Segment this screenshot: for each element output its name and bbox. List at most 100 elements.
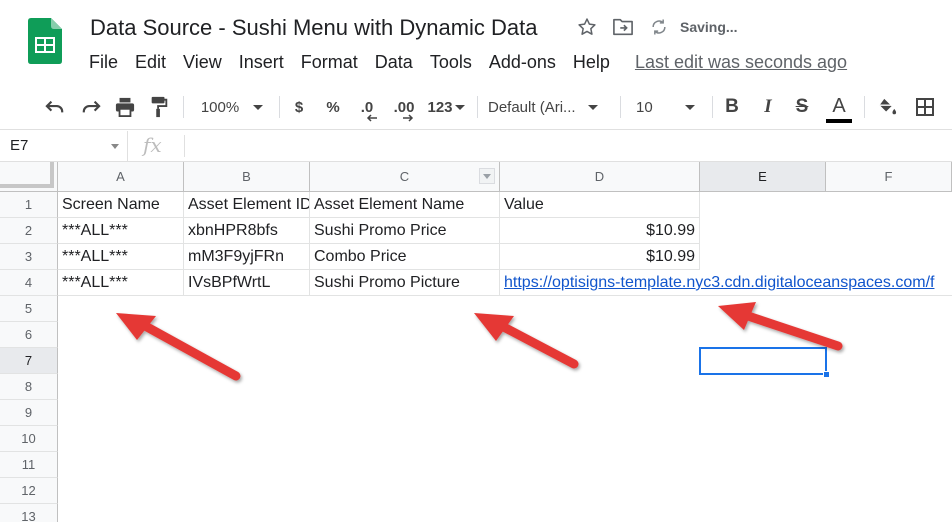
table-cell[interactable]: Value — [500, 192, 700, 218]
zoom-value: 100% — [200, 98, 240, 116]
fill-color-icon[interactable] — [874, 84, 900, 130]
row-header[interactable]: 12 — [0, 478, 58, 504]
table-cell[interactable]: IVsBPfWrtL — [184, 270, 310, 296]
redo-icon[interactable] — [78, 84, 104, 130]
bold-button[interactable]: B — [720, 84, 744, 130]
sheets-logo-icon[interactable] — [28, 18, 62, 64]
text-color-button[interactable]: A — [824, 84, 854, 130]
active-cell-selection[interactable] — [699, 347, 830, 378]
table-cell[interactable]: ***ALL*** — [58, 244, 184, 270]
decrease-decimals-label: .0 — [360, 98, 374, 116]
table-cell[interactable]: Asset Element ID — [184, 192, 310, 218]
table-cell[interactable]: $10.99 — [500, 244, 700, 270]
increase-decimals-button[interactable]: .00 — [390, 84, 418, 130]
font-family-select[interactable]: Default (Ari... — [488, 84, 612, 130]
strikethrough-button[interactable]: S — [790, 84, 814, 130]
move-to-folder-icon[interactable] — [612, 16, 634, 38]
row-header[interactable]: 13 — [0, 504, 58, 522]
fill-handle[interactable] — [823, 371, 830, 378]
row-header[interactable]: 10 — [0, 426, 58, 452]
toolbar-separator — [864, 96, 865, 118]
print-icon[interactable] — [112, 84, 138, 130]
menu-edit[interactable]: Edit — [135, 52, 166, 73]
chevron-down-icon — [111, 144, 119, 149]
menu-file[interactable]: File — [89, 52, 118, 73]
currency-format-button[interactable]: $ — [288, 84, 310, 130]
paint-format-icon[interactable] — [146, 84, 172, 130]
formula-bar: E7 fx — [0, 131, 952, 162]
row-header[interactable]: 6 — [0, 322, 58, 348]
row-header[interactable]: 1 — [0, 192, 58, 218]
column-header-d[interactable]: D — [500, 162, 700, 192]
row-header[interactable]: 9 — [0, 400, 58, 426]
percent-format-button[interactable]: % — [322, 84, 344, 130]
column-header-e[interactable]: E — [700, 162, 826, 192]
undo-icon[interactable] — [42, 84, 68, 130]
select-all-corner[interactable] — [0, 162, 58, 192]
table-cell[interactable]: Sushi Promo Picture — [310, 270, 500, 296]
zoom-select[interactable]: 100% — [192, 84, 272, 130]
app-header: Data Source - Sushi Menu with Dynamic Da… — [0, 0, 952, 82]
spreadsheet-grid: A B C D E F 1 2 3 4 5 6 7 8 9 10 11 12 1… — [0, 162, 952, 522]
function-icon: fx — [143, 133, 162, 157]
menu-tools[interactable]: Tools — [430, 52, 472, 73]
toolbar-separator — [183, 96, 184, 118]
document-title[interactable]: Data Source - Sushi Menu with Dynamic Da… — [90, 15, 538, 41]
more-formats-button[interactable]: 123 — [424, 84, 468, 130]
arrow-left-icon — [366, 114, 377, 122]
column-header-c[interactable]: C — [310, 162, 500, 192]
star-icon[interactable] — [576, 16, 598, 38]
row-header[interactable]: 4 — [0, 270, 58, 296]
sync-icon — [648, 16, 670, 38]
url-link-cell[interactable]: https://optisigns-template.nyc3.cdn.digi… — [500, 270, 952, 296]
row-header[interactable]: 7 — [0, 348, 58, 374]
chevron-down-icon — [454, 104, 465, 110]
table-cell[interactable]: ***ALL*** — [58, 218, 184, 244]
row-header[interactable]: 3 — [0, 244, 58, 270]
menu-insert[interactable]: Insert — [239, 52, 284, 73]
menu-data[interactable]: Data — [375, 52, 413, 73]
menu-addons[interactable]: Add-ons — [489, 52, 556, 73]
font-size-value: 10 — [636, 98, 653, 116]
toolbar-separator — [279, 96, 280, 118]
arrow-right-icon — [403, 114, 414, 122]
toolbar: 100% $ % .0 .00 123 Default (Ari... 10 B… — [0, 84, 952, 130]
borders-icon[interactable] — [912, 84, 938, 130]
table-cell[interactable]: Screen Name — [58, 192, 184, 218]
row-header[interactable]: 11 — [0, 452, 58, 478]
font-family-value: Default (Ari... — [488, 98, 576, 116]
font-size-select[interactable]: 10 — [628, 84, 704, 130]
toolbar-separator — [712, 96, 713, 118]
row-header[interactable]: 2 — [0, 218, 58, 244]
title-actions: Saving... — [576, 16, 738, 38]
more-formats-label: 123 — [427, 98, 453, 116]
toolbar-separator — [620, 96, 621, 118]
table-cell[interactable]: Asset Element Name — [310, 192, 500, 218]
text-color-label: A — [832, 94, 846, 117]
table-cell[interactable]: ***ALL*** — [58, 270, 184, 296]
table-cell[interactable]: Combo Price — [310, 244, 500, 270]
table-cell[interactable]: $10.99 — [500, 218, 700, 244]
menu-help[interactable]: Help — [573, 52, 610, 73]
table-cell[interactable]: xbnHPR8bfs — [184, 218, 310, 244]
frozen-row-handle[interactable] — [0, 184, 54, 188]
row-header[interactable]: 5 — [0, 296, 58, 322]
name-box[interactable]: E7 — [0, 131, 128, 161]
menu-view[interactable]: View — [183, 52, 222, 73]
table-cell[interactable]: mM3F9yjFRn — [184, 244, 310, 270]
row-header[interactable]: 8 — [0, 374, 58, 400]
filter-dropdown-icon[interactable] — [479, 168, 495, 184]
increase-decimals-label: .00 — [393, 98, 415, 116]
last-edit-link[interactable]: Last edit was seconds ago — [635, 52, 847, 73]
column-header-a[interactable]: A — [58, 162, 184, 192]
italic-button[interactable]: I — [756, 84, 780, 130]
menu-format[interactable]: Format — [301, 52, 358, 73]
chevron-down-icon — [684, 104, 695, 110]
toolbar-separator — [477, 96, 478, 118]
column-header-c-label: C — [399, 169, 410, 184]
column-header-f[interactable]: F — [826, 162, 952, 192]
saving-status: Saving... — [680, 19, 738, 35]
decrease-decimals-button[interactable]: .0 — [354, 84, 380, 130]
column-header-b[interactable]: B — [184, 162, 310, 192]
table-cell[interactable]: Sushi Promo Price — [310, 218, 500, 244]
